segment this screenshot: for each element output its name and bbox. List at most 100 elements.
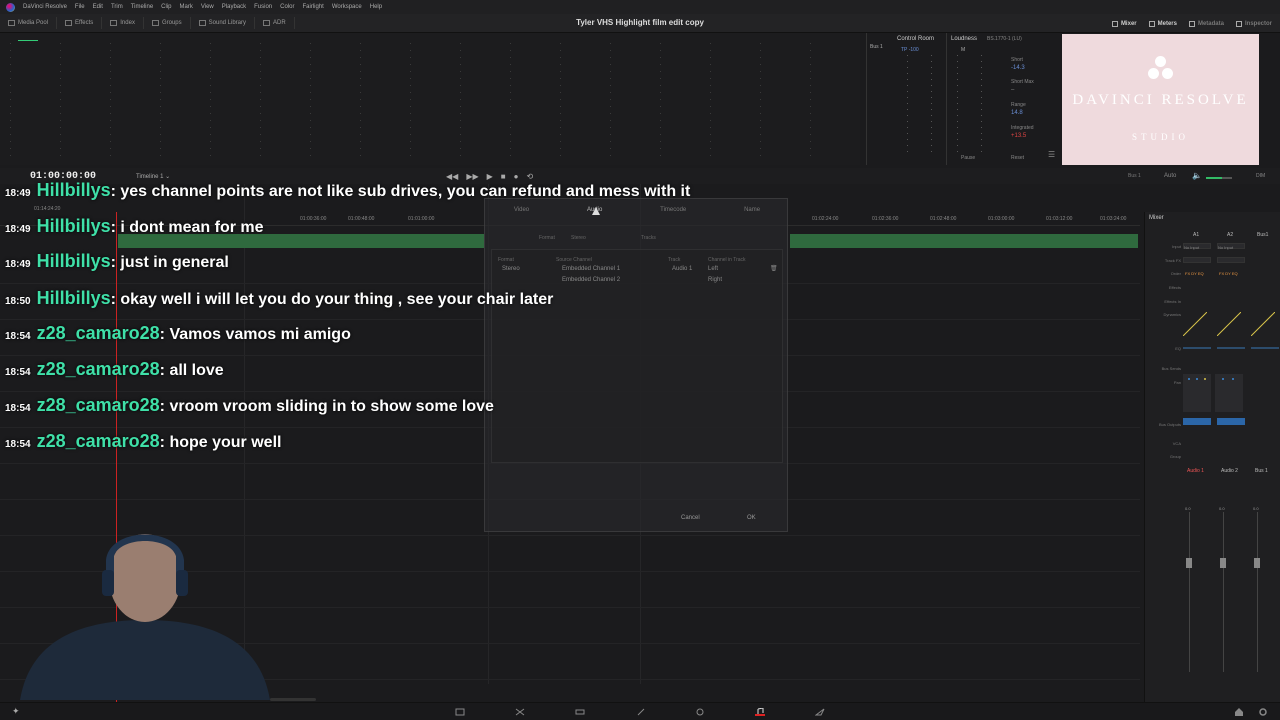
fader-audio2[interactable] — [1220, 558, 1226, 568]
format-top-select[interactable]: Stereo — [571, 235, 586, 241]
control-room-bus[interactable]: Bus 1 — [870, 44, 883, 50]
menu-timeline[interactable]: Timeline — [131, 4, 153, 10]
delete-icon[interactable]: 🗑 — [770, 265, 778, 272]
fairlight-page-icon[interactable] — [755, 707, 765, 716]
settings-gear-icon[interactable] — [1258, 708, 1268, 716]
fader-audio1[interactable] — [1186, 558, 1192, 568]
menu-workspace[interactable]: Workspace — [332, 4, 362, 10]
chat-time: 18:54 — [5, 367, 31, 378]
loudness-standard[interactable]: BS.1770-1 (LU) — [987, 36, 1022, 42]
channel-right: Right — [708, 277, 723, 283]
range-label: Range — [1011, 102, 1026, 108]
mixer-title: Mixer — [1149, 215, 1164, 221]
ruler-tick: 01:01:00:00 — [408, 216, 435, 222]
mixer-row-label: Track FX — [1164, 258, 1181, 263]
menu-edit[interactable]: Edit — [93, 4, 103, 10]
menu-file[interactable]: File — [75, 4, 85, 10]
resolve-home-icon[interactable]: ✦ — [12, 706, 20, 717]
dynamics-graph[interactable] — [1217, 312, 1241, 336]
order-a1[interactable]: FX DY EQ — [1185, 271, 1204, 276]
inspector-toggle[interactable]: Inspector — [1235, 20, 1272, 27]
groups-label: Groups — [161, 20, 182, 26]
menu-fairlight[interactable]: Fairlight — [302, 4, 323, 10]
home-icon[interactable] — [1234, 708, 1244, 716]
audio-clip[interactable] — [790, 234, 1138, 248]
input-select-a2[interactable]: No Input — [1217, 243, 1245, 250]
format-select[interactable]: Stereo — [502, 266, 520, 272]
meter-column — [110, 43, 111, 158]
mixer-row-label: EQ — [1175, 346, 1181, 351]
menu-color[interactable]: Color — [280, 4, 294, 10]
short-label: Short — [1011, 57, 1023, 63]
pan-controls[interactable] — [1183, 374, 1243, 412]
groups-button[interactable]: Groups — [144, 17, 191, 29]
sound-library-button[interactable]: Sound Library — [191, 17, 255, 29]
menu-trim[interactable]: Trim — [111, 4, 123, 10]
media-pool-button[interactable]: Media Pool — [0, 17, 58, 29]
menu-fusion[interactable]: Fusion — [254, 4, 272, 10]
track-fx-slot[interactable] — [1217, 257, 1245, 263]
dim-button[interactable]: DIM — [1256, 173, 1265, 179]
input-select-a1[interactable]: No Input — [1183, 243, 1211, 250]
reset-button[interactable]: Reset — [1011, 155, 1024, 161]
viewer-options-icon[interactable]: ☰ — [1048, 150, 1055, 159]
menu-help[interactable]: Help — [370, 4, 382, 10]
ruler-tick: 01:02:24:00 — [812, 216, 839, 222]
adr-button[interactable]: ADR — [255, 17, 295, 29]
pause-button[interactable]: Pause — [961, 155, 975, 161]
tab-name[interactable]: Name — [744, 207, 760, 213]
fader-bus1[interactable] — [1254, 558, 1260, 568]
volume-slider[interactable] — [1206, 177, 1232, 179]
deliver-page-icon[interactable] — [814, 708, 825, 716]
meter-column — [10, 43, 11, 158]
timeline-scrollbar[interactable] — [270, 698, 316, 701]
menu-playback[interactable]: Playback — [222, 4, 246, 10]
index-button[interactable]: Index — [102, 17, 144, 29]
media-page-icon[interactable] — [455, 708, 465, 716]
output-bus[interactable]: Bus 1 — [1128, 173, 1141, 179]
mixer-row-label: VCA — [1172, 441, 1181, 446]
tab-video[interactable]: Video — [514, 207, 529, 213]
chat-user: Hillbillys — [36, 180, 111, 200]
track-fx-slot[interactable] — [1183, 257, 1211, 263]
menu-clip[interactable]: Clip — [161, 4, 171, 10]
bus-output-a1[interactable] — [1183, 418, 1211, 425]
chat-time: 18:54 — [5, 403, 31, 414]
order-a2[interactable]: FX DY EQ — [1219, 271, 1238, 276]
mixer-toggle[interactable]: Mixer — [1111, 20, 1137, 27]
mixer-row-label: Input — [1172, 244, 1181, 249]
effects-button[interactable]: Effects — [57, 17, 103, 29]
eq-graphs[interactable] — [1183, 344, 1279, 352]
timeline-selector[interactable]: Timeline 1 ⌄ — [136, 173, 170, 180]
menu-app[interactable]: DaVinci Resolve — [23, 4, 67, 10]
mixer-panel: Mixer A1 A2 Bus1 Input Track FX Order Ef… — [1144, 212, 1280, 702]
metadata-toggle[interactable]: Metadata — [1188, 20, 1224, 27]
mixer-toggle-label: Mixer — [1120, 20, 1137, 27]
source-channel-1-select[interactable]: Embedded Channel 1 — [562, 266, 620, 272]
ruler-tick: 01:03:12:00 — [1046, 216, 1073, 222]
speaker-icon[interactable]: 🔈 — [1192, 171, 1202, 180]
viewer: DAVINCI RESOLVE STUDIO — [1062, 34, 1259, 165]
source-channel-2-select[interactable]: Embedded Channel 2 — [562, 277, 620, 283]
fusion-page-icon[interactable] — [636, 708, 646, 716]
menu-view[interactable]: View — [201, 4, 214, 10]
cut-page-icon[interactable] — [515, 708, 525, 716]
automation-toggle[interactable]: Auto — [1164, 173, 1176, 179]
cancel-button[interactable]: Cancel — [681, 515, 700, 521]
dynamics-graph[interactable] — [1183, 312, 1207, 336]
dynamics-graph[interactable] — [1251, 312, 1275, 336]
loudness-scale — [957, 55, 958, 155]
groups-icon — [151, 20, 159, 26]
edit-page-icon[interactable] — [575, 708, 585, 716]
bus-output-a2[interactable] — [1217, 418, 1245, 425]
effects-icon — [65, 20, 73, 26]
track-select[interactable]: Audio 1 — [672, 266, 692, 272]
ok-button[interactable]: OK — [747, 515, 756, 521]
meters-toggle[interactable]: Meters — [1148, 20, 1177, 27]
tab-timecode[interactable]: Timecode — [660, 207, 686, 213]
fader-track — [1257, 512, 1258, 672]
meter-column — [360, 43, 361, 158]
menu-mark[interactable]: Mark — [180, 4, 193, 10]
color-page-icon[interactable] — [695, 708, 705, 716]
chat-user: Hillbillys — [36, 216, 111, 236]
